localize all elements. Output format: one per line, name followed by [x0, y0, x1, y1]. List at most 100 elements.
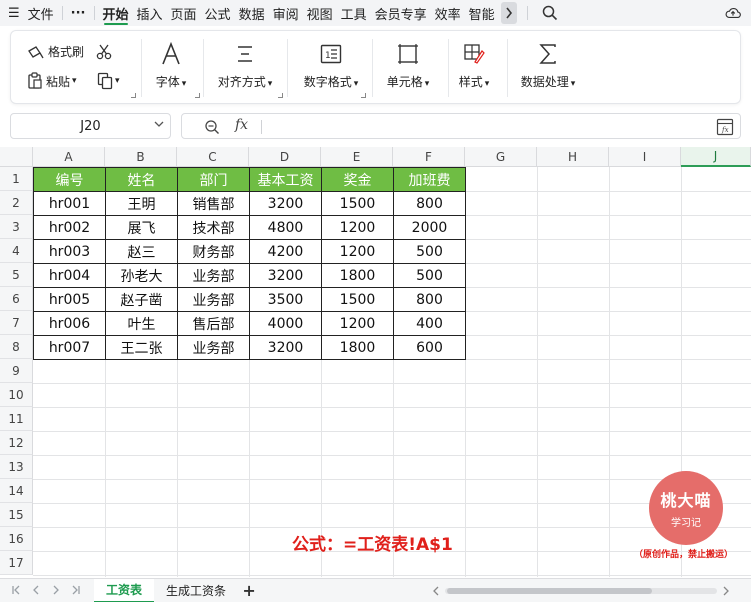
row-header[interactable]: 12	[0, 431, 33, 455]
row-header[interactable]: 7	[0, 311, 33, 335]
table-cell[interactable]: hr002	[33, 215, 106, 240]
table-cell[interactable]: 技术部	[177, 215, 250, 240]
font-group-expand[interactable]	[195, 93, 200, 98]
tab-review[interactable]: 审阅	[269, 0, 303, 26]
column-header-b[interactable]: B	[105, 147, 177, 167]
number-group-expand[interactable]	[361, 93, 366, 98]
table-cell[interactable]: 4000	[249, 311, 322, 336]
zoom-search-icon[interactable]	[204, 119, 220, 135]
sheet-tab-salary[interactable]: 工资表	[94, 578, 155, 602]
tab-data[interactable]: 数据	[235, 0, 269, 26]
row-header[interactable]: 1	[0, 167, 33, 191]
header-cell[interactable]: 奖金	[321, 167, 394, 192]
table-cell[interactable]: 3500	[249, 287, 322, 312]
tab-member[interactable]: 会员专享	[371, 0, 431, 26]
spreadsheet-grid[interactable]: A B C D E F G H I J 1 2 3 4 5 6 7 8 9 10…	[0, 147, 751, 577]
format-painter-button[interactable]: 格式刷	[27, 43, 84, 60]
table-cell[interactable]: 400	[393, 311, 466, 336]
row-header[interactable]: 2	[0, 191, 33, 215]
row-header[interactable]: 15	[0, 503, 33, 527]
row-header[interactable]: 13	[0, 455, 33, 479]
row-header[interactable]: 3	[0, 215, 33, 239]
table-cell[interactable]: 业务部	[177, 263, 250, 288]
table-cell[interactable]: 1800	[321, 263, 394, 288]
table-cell[interactable]: 王二张	[105, 335, 178, 360]
menu-file[interactable]: 文件	[24, 0, 58, 26]
table-cell[interactable]: 3200	[249, 263, 322, 288]
header-cell[interactable]: 编号	[33, 167, 106, 192]
main-menu-icon[interactable]: ☰	[0, 0, 24, 26]
row-header[interactable]: 16	[0, 527, 33, 551]
table-cell[interactable]: 王明	[105, 191, 178, 216]
row-header[interactable]: 5	[0, 263, 33, 287]
chevron-right-icon[interactable]	[500, 2, 517, 24]
number-format-button[interactable]: 1 数字格式 ▾	[291, 39, 371, 90]
search-icon[interactable]	[542, 5, 558, 21]
tab-smart[interactable]: 智能	[465, 0, 499, 26]
scroll-left-icon[interactable]	[431, 585, 441, 601]
column-header-c[interactable]: C	[177, 147, 249, 167]
last-sheet-icon[interactable]	[66, 584, 86, 598]
table-cell[interactable]: 1200	[321, 311, 394, 336]
column-header-j[interactable]: J	[681, 147, 751, 167]
tab-formula[interactable]: 公式	[201, 0, 235, 26]
row-header[interactable]: 14	[0, 479, 33, 503]
formula-input-area[interactable]: fx fx	[181, 113, 741, 139]
tab-page[interactable]: 页面	[167, 0, 201, 26]
column-header-f[interactable]: F	[393, 147, 465, 167]
table-cell[interactable]: 叶生	[105, 311, 178, 336]
tab-tools[interactable]: 工具	[337, 0, 371, 26]
first-sheet-icon[interactable]	[6, 584, 26, 598]
table-cell[interactable]: 1200	[321, 239, 394, 264]
horizontal-scrollbar[interactable]	[431, 585, 731, 597]
cut-button[interactable]	[95, 43, 113, 61]
table-cell[interactable]: 业务部	[177, 287, 250, 312]
cloud-upload-icon[interactable]	[725, 5, 741, 21]
font-button[interactable]: 字体 ▾	[131, 39, 211, 90]
row-header[interactable]: 17	[0, 551, 33, 575]
table-cell[interactable]: hr006	[33, 311, 106, 336]
data-process-button[interactable]: 数据处理 ▾	[508, 39, 588, 90]
table-cell[interactable]: 1800	[321, 335, 394, 360]
row-header[interactable]: 9	[0, 359, 33, 383]
header-cell[interactable]: 基本工资	[249, 167, 322, 192]
row-header[interactable]: 10	[0, 383, 33, 407]
next-sheet-icon[interactable]	[46, 584, 66, 598]
table-cell[interactable]: 孙老大	[105, 263, 178, 288]
sheet-tab-payslip[interactable]: 生成工资条	[154, 579, 238, 602]
scroll-right-icon[interactable]	[721, 585, 731, 601]
clipboard-group-expand[interactable]	[131, 93, 136, 98]
table-cell[interactable]: 3200	[249, 191, 322, 216]
table-cell[interactable]: hr003	[33, 239, 106, 264]
header-cell[interactable]: 加班费	[393, 167, 466, 192]
paste-button[interactable]: 粘贴 ▾	[27, 72, 77, 90]
column-header-d[interactable]: D	[249, 147, 321, 167]
scroll-thumb[interactable]	[447, 588, 652, 594]
add-sheet-button[interactable]: +	[238, 581, 260, 600]
align-button[interactable]: 对齐方式 ▾	[205, 39, 285, 90]
tab-insert[interactable]: 插入	[133, 0, 167, 26]
align-group-expand[interactable]	[278, 93, 283, 98]
style-button[interactable]: 样式 ▾	[434, 39, 514, 90]
row-header[interactable]: 4	[0, 239, 33, 263]
table-cell[interactable]: 1500	[321, 191, 394, 216]
column-header-i[interactable]: I	[609, 147, 681, 167]
table-cell[interactable]: 赵子凿	[105, 287, 178, 312]
select-all-corner[interactable]	[0, 147, 33, 167]
column-header-h[interactable]: H	[537, 147, 609, 167]
table-cell[interactable]: 3200	[249, 335, 322, 360]
chevron-down-icon[interactable]	[154, 119, 164, 132]
table-cell[interactable]: 赵三	[105, 239, 178, 264]
table-cell[interactable]: 售后部	[177, 311, 250, 336]
tab-view[interactable]: 视图	[303, 0, 337, 26]
table-cell[interactable]: 4800	[249, 215, 322, 240]
prev-sheet-icon[interactable]	[26, 584, 46, 598]
table-cell[interactable]: 1500	[321, 287, 394, 312]
table-cell[interactable]: hr004	[33, 263, 106, 288]
column-header-g[interactable]: G	[465, 147, 537, 167]
row-header[interactable]: 11	[0, 407, 33, 431]
table-cell[interactable]: 2000	[393, 215, 466, 240]
fx-icon[interactable]: fx	[235, 117, 248, 133]
tab-efficiency[interactable]: 效率	[431, 0, 465, 26]
table-cell[interactable]: 财务部	[177, 239, 250, 264]
